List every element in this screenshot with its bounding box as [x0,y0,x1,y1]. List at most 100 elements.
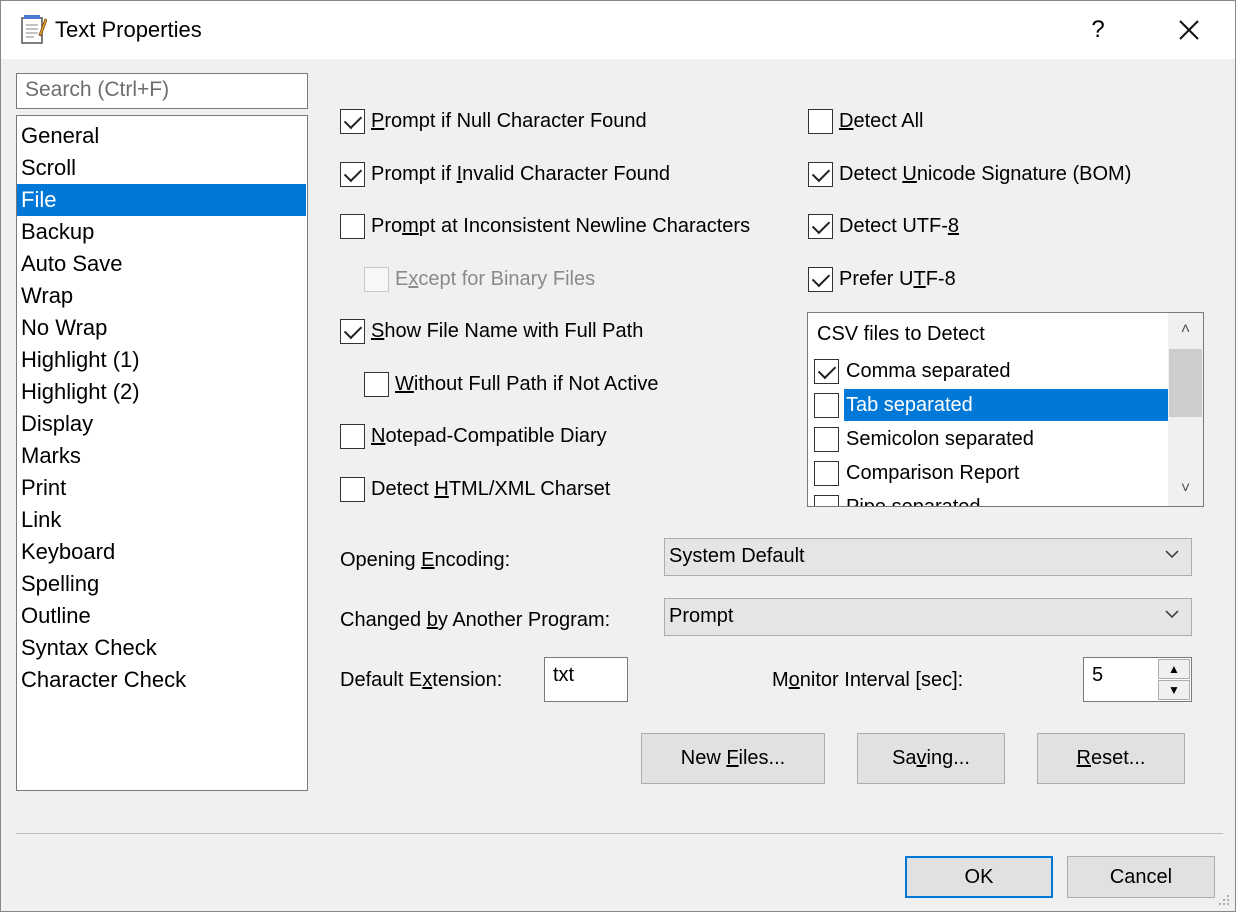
nav-item-general[interactable]: General [17,120,306,152]
monitor-interval-label: Monitor Interval [sec]: [772,669,963,692]
checkbox-label: Except for Binary Files [395,268,595,291]
label-text-pre: Prompt if [371,163,457,185]
nav-item-character-check[interactable]: Character Check [17,664,306,696]
label-accelerator-key: D [839,110,854,132]
scroll-up-icon[interactable]: ˄ [1168,313,1203,347]
default-extension-input[interactable]: txt [544,657,628,702]
csv-list-item[interactable]: Tab separated [814,389,1169,421]
nav-item-auto-save[interactable]: Auto Save [17,248,306,280]
nav-item-file[interactable]: File [17,184,306,216]
without-full-path-checkbox[interactable]: Without Full Path if Not Active [364,372,658,397]
checkbox-unchecked-icon[interactable] [814,392,839,418]
opening-encoding-select[interactable]: System Default [664,538,1192,576]
label-text-pre: Prefer U [839,268,914,290]
show-full-path-checkbox[interactable]: Show File Name with Full Path [340,319,643,344]
csv-detect-list[interactable]: CSV files to Detect Comma separated Tab s… [807,312,1204,507]
label-text-pre: Sa [892,747,917,769]
label-accelerator-key: 8 [947,215,960,237]
checkbox-label: Detect HTML/XML Charset [371,478,610,501]
label-accelerator-key: F [726,747,739,769]
csv-item-label: Tab separated [844,389,1169,421]
checkbox-label: Detect UTF-8 [839,215,959,238]
label-accelerator-key: R [1076,747,1091,769]
nav-item-wrap[interactable]: Wrap [17,280,306,312]
label-accelerator-key: o [788,669,800,691]
nav-item-display[interactable]: Display [17,408,306,440]
nav-item-syntax-check[interactable]: Syntax Check [17,632,306,664]
label-text-pre: Opening [340,549,422,571]
nav-item-scroll[interactable]: Scroll [17,152,306,184]
label-text-post: otepad-Compatible Diary [385,425,607,447]
category-list[interactable]: General Scroll File Backup Auto Save Wrap No W… [16,115,308,791]
label-accelerator-key: S [371,320,385,342]
label-text-post: nitor Interval [sec]: [799,669,964,691]
close-button[interactable] [1161,1,1217,59]
detect-utf8-checkbox[interactable]: Detect UTF-8 [808,214,959,239]
nav-item-link[interactable]: Link [17,504,306,536]
title-bar: Text Properties ? [1,1,1235,59]
checkbox-label: Detect Unicode Signature (BOM) [839,163,1131,186]
label-text-post: ncoding: [434,549,511,571]
nav-item-highlight-1[interactable]: Highlight (1) [17,344,306,376]
csv-list-item[interactable]: Pipe separated [814,491,1169,507]
detect-all-checkbox[interactable]: Detect All [808,109,924,134]
checkbox-checked-icon[interactable] [814,358,839,384]
prompt-inconsistent-newline-checkbox[interactable]: Prompt at Inconsistent Newline Character… [340,214,750,239]
nav-item-print[interactable]: Print [17,472,306,504]
checkbox-unchecked-icon [340,214,365,239]
checkbox-label: Without Full Path if Not Active [395,373,658,396]
csv-list-scrollbar[interactable]: ˄ ˅ [1168,313,1203,506]
checkbox-unchecked-icon[interactable] [814,460,839,486]
label-text-pre: New [680,747,727,769]
scroll-thumb[interactable] [1169,349,1202,417]
nav-item-highlight-2[interactable]: Highlight (2) [17,376,306,408]
reset-button[interactable]: Reset... [1037,733,1185,784]
except-binary-files-checkbox: Except for Binary Files [364,267,595,292]
detect-html-charset-checkbox[interactable]: Detect HTML/XML Charset [340,477,610,502]
label-accelerator-key: b [426,609,438,631]
label-text-post: iles... [738,747,786,769]
label-text-post: etect All [853,110,924,132]
notepad-diary-checkbox[interactable]: Notepad-Compatible Diary [340,424,607,449]
changed-by-select[interactable]: Prompt [664,598,1192,636]
nav-item-spelling[interactable]: Spelling [17,568,306,600]
cancel-button[interactable]: Cancel [1067,856,1215,898]
prompt-invalid-char-checkbox[interactable]: Prompt if Invalid Character Found [340,162,670,187]
csv-list-item[interactable]: Comma separated [814,355,1169,387]
checkbox-unchecked-icon[interactable] [814,494,839,506]
checkbox-checked-icon [808,162,833,187]
nav-item-keyboard[interactable]: Keyboard [17,536,306,568]
prefer-utf8-checkbox[interactable]: Prefer UTF-8 [808,267,956,292]
nav-item-no-wrap[interactable]: No Wrap [17,312,306,344]
csv-list-item[interactable]: Semicolon separated [814,423,1169,455]
label-text-post: y Another Program: [437,609,611,631]
checkbox-checked-icon [808,214,833,239]
csv-list-item[interactable]: Comparison Report [814,457,1169,489]
checkbox-unchecked-icon [364,372,389,397]
resize-grip-icon[interactable] [1217,893,1231,907]
label-text-post: nvalid Character Found [462,163,671,185]
csv-item-label: Pipe separated [846,496,981,507]
checkbox-label: Show File Name with Full Path [371,320,643,343]
detect-bom-checkbox[interactable]: Detect Unicode Signature (BOM) [808,162,1131,187]
nav-item-marks[interactable]: Marks [17,440,306,472]
saving-button[interactable]: Saving... [857,733,1005,784]
checkbox-unchecked-icon[interactable] [814,426,839,452]
text-properties-dialog: Text Properties ? Search (Ctrl+F) Genera… [0,0,1236,912]
label-accelerator-key: U [902,163,917,185]
new-files-button[interactable]: New Files... [641,733,825,784]
nav-item-outline[interactable]: Outline [17,600,306,632]
label-text-post: how File Name with Full Path [384,320,644,342]
prompt-null-char-checkbox[interactable]: Prompt if Null Character Found [340,109,647,134]
help-button[interactable]: ? [1071,1,1125,59]
ok-button[interactable]: OK [905,856,1053,898]
search-input[interactable]: Search (Ctrl+F) [16,73,308,109]
spin-up-icon[interactable]: ▲ [1158,659,1190,679]
label-accelerator-key: T [913,268,926,290]
label-accelerator-key: x [422,669,433,691]
csv-item-label: Comma separated [846,360,1011,382]
spin-down-icon[interactable]: ▼ [1158,680,1190,700]
nav-item-backup[interactable]: Backup [17,216,306,248]
default-extension-label: Default Extension: [340,669,502,692]
scroll-down-icon[interactable]: ˅ [1168,472,1203,506]
